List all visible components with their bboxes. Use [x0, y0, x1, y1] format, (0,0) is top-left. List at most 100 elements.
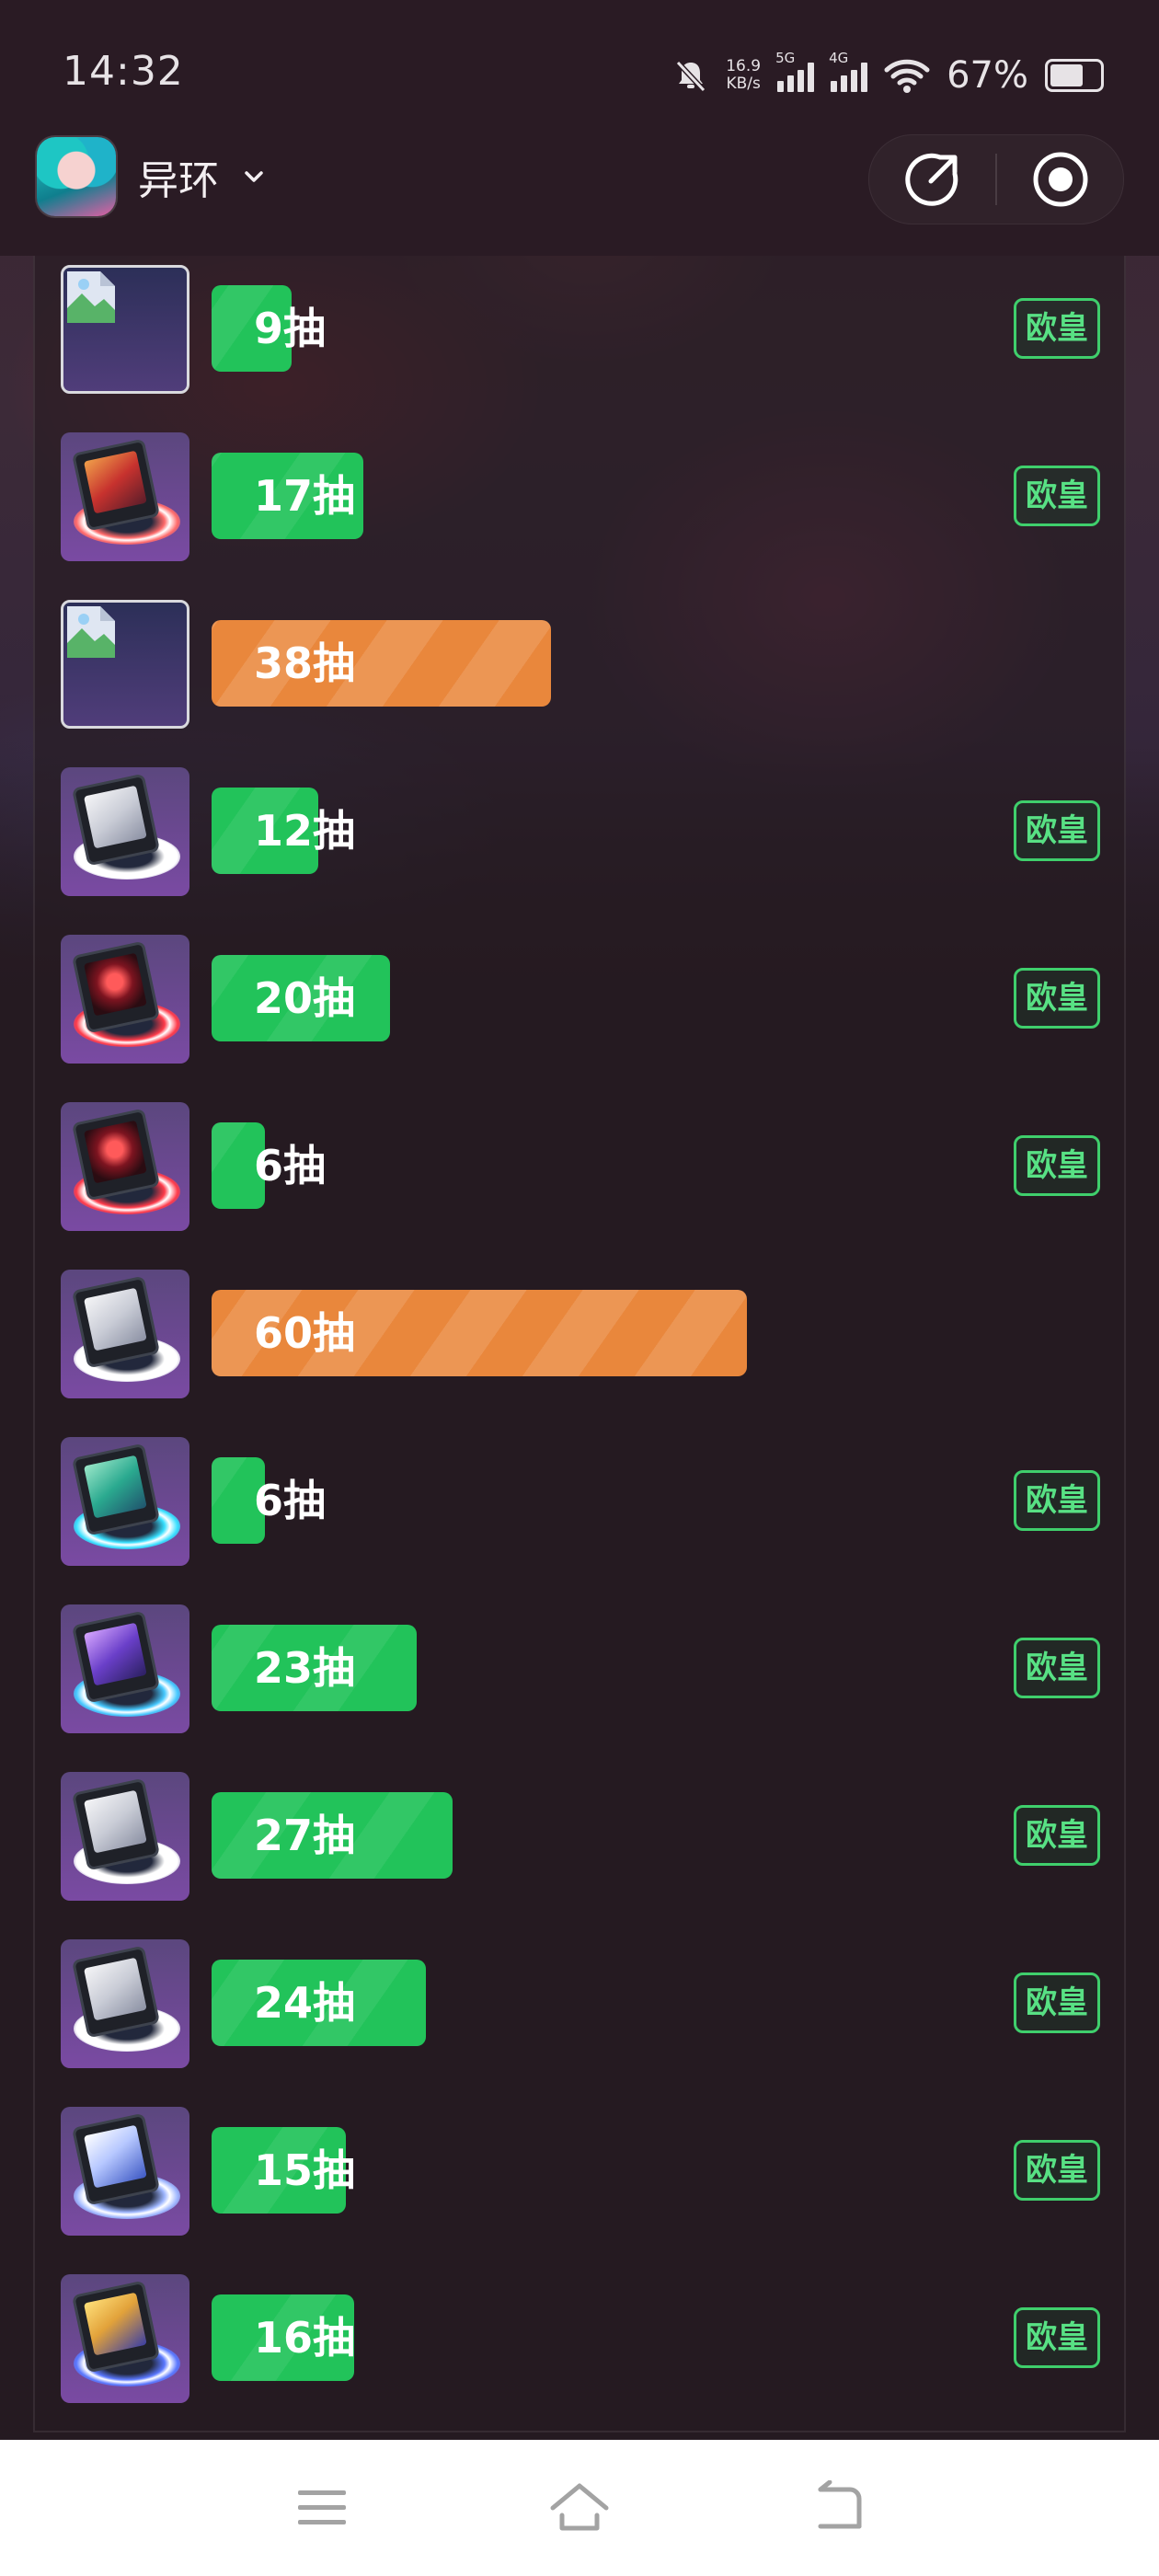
cone-card — [71, 1275, 161, 1369]
pull-count-label: 24抽 — [254, 1978, 356, 2028]
sim2-signal-icon: 4G — [829, 50, 868, 92]
item-thumbnail — [61, 935, 189, 1064]
network-speed-unit: KB/s — [726, 75, 761, 93]
pull-count-label: 16抽 — [254, 2313, 356, 2363]
image-placeholder-icon — [67, 606, 115, 658]
cone-artwork — [83, 1789, 147, 1854]
cone-artwork — [83, 785, 147, 849]
network-speed: 16.9 KB/s — [726, 58, 761, 93]
lucky-badge: 欧皇 — [1014, 1135, 1100, 1196]
item-thumbnail — [61, 767, 189, 896]
item-thumbnail — [61, 432, 189, 561]
cone-artwork — [83, 952, 147, 1017]
cone-artwork — [83, 1622, 147, 1686]
item-thumbnail — [61, 2274, 189, 2403]
pull-row[interactable]: 15抽 欧皇 — [61, 2107, 1100, 2236]
pull-count-label: 23抽 — [254, 1643, 356, 1693]
cone-card — [71, 438, 161, 532]
sim2-label: 4G — [829, 50, 849, 66]
pull-count-label: 60抽 — [254, 1308, 356, 1358]
pull-count-label: 15抽 — [254, 2145, 356, 2195]
network-speed-value: 16.9 — [726, 57, 762, 75]
pull-row[interactable]: 24抽 欧皇 — [61, 1939, 1100, 2068]
pull-history-list[interactable]: 9抽 欧皇 17抽 欧皇 38抽 12抽 欧皇 20抽 欧皇 6抽 欧皇 60抽 6抽 欧皇 23抽 欧皇 27… — [33, 256, 1126, 2432]
lucky-badge: 欧皇 — [1014, 800, 1100, 861]
cone-artwork — [83, 2292, 147, 2356]
pull-count-label: 20抽 — [254, 973, 356, 1023]
pull-row[interactable]: 27抽 欧皇 — [61, 1772, 1100, 1901]
pull-count-label: 17抽 — [254, 471, 356, 521]
pull-row[interactable]: 60抽 — [61, 1270, 1100, 1398]
lucky-badge: 欧皇 — [1014, 1972, 1100, 2033]
pull-row[interactable]: 23抽 欧皇 — [61, 1604, 1100, 1733]
cone-artwork — [83, 1455, 147, 1519]
game-avatar — [37, 137, 116, 216]
cone-artwork — [83, 1287, 147, 1351]
pull-count-label: 27抽 — [254, 1811, 356, 1860]
pull-row[interactable]: 6抽 欧皇 — [61, 1437, 1100, 1566]
pull-row[interactable]: 38抽 — [61, 600, 1100, 729]
app-header: 异环 — [0, 129, 1159, 256]
pull-count-label: 6抽 — [254, 1476, 327, 1525]
pull-count-label: 9抽 — [254, 304, 327, 353]
record-button[interactable] — [997, 135, 1123, 224]
lucky-badge: 欧皇 — [1014, 968, 1100, 1029]
cone-artwork — [83, 1957, 147, 2021]
pull-row[interactable]: 12抽 欧皇 — [61, 767, 1100, 896]
status-time: 14:32 — [63, 48, 184, 95]
broken-image-icon — [61, 265, 189, 394]
home-icon — [550, 2483, 609, 2531]
battery-icon — [1045, 59, 1104, 92]
item-thumbnail — [61, 1437, 189, 1566]
cone-artwork — [83, 450, 147, 514]
cone-card — [71, 2280, 161, 2374]
lucky-badge: 欧皇 — [1014, 1638, 1100, 1698]
sim1-label: 5G — [775, 50, 796, 66]
item-thumbnail — [61, 1604, 189, 1733]
wifi-icon — [884, 59, 930, 93]
back-icon — [818, 2480, 862, 2529]
share-button[interactable] — [869, 135, 995, 224]
cone-card — [71, 1777, 161, 1871]
home-button[interactable] — [543, 2471, 616, 2545]
chevron-down-icon — [245, 171, 263, 182]
cone-card — [71, 773, 161, 867]
back-button[interactable] — [800, 2471, 874, 2545]
battery-level — [1050, 64, 1083, 86]
lucky-badge: 欧皇 — [1014, 1470, 1100, 1531]
cone-card — [71, 1108, 161, 1202]
menu-button[interactable] — [285, 2471, 359, 2545]
item-thumbnail — [61, 2107, 189, 2236]
game-selector[interactable]: 异环 — [37, 134, 267, 219]
pull-row[interactable]: 6抽 欧皇 — [61, 1102, 1100, 1231]
pull-row[interactable]: 20抽 欧皇 — [61, 935, 1100, 1064]
item-thumbnail — [61, 1102, 189, 1231]
cone-card — [71, 1610, 161, 1704]
cone-card — [71, 940, 161, 1034]
share-icon — [904, 153, 958, 206]
broken-image-icon — [61, 600, 189, 729]
system-navigation-bar — [0, 2440, 1159, 2576]
pull-count-label: 12抽 — [254, 806, 356, 856]
lucky-badge: 欧皇 — [1014, 466, 1100, 526]
mute-bell-icon — [676, 60, 706, 93]
item-thumbnail — [61, 1772, 189, 1901]
sim1-signal-icon: 5G — [775, 50, 815, 92]
cone-card — [71, 2112, 161, 2206]
record-icon — [1033, 152, 1087, 207]
lucky-badge: 欧皇 — [1014, 298, 1100, 359]
header-action-group — [868, 134, 1124, 224]
pull-row[interactable]: 17抽 欧皇 — [61, 432, 1100, 561]
lucky-badge: 欧皇 — [1014, 2307, 1100, 2368]
game-name: 异环 — [138, 157, 219, 204]
pull-count-label: 38抽 — [254, 638, 356, 688]
pull-row[interactable]: 16抽 欧皇 — [61, 2274, 1100, 2403]
status-bar: 14:32 16.9 KB/s 5G 4G 67% — [0, 0, 1159, 129]
cone-card — [71, 1443, 161, 1536]
image-placeholder-icon — [67, 271, 115, 323]
menu-icon — [298, 2490, 346, 2524]
battery-percent: 67% — [947, 54, 1028, 97]
item-thumbnail — [61, 1270, 189, 1398]
pull-row[interactable]: 9抽 欧皇 — [61, 265, 1100, 394]
cone-card — [71, 1945, 161, 2039]
